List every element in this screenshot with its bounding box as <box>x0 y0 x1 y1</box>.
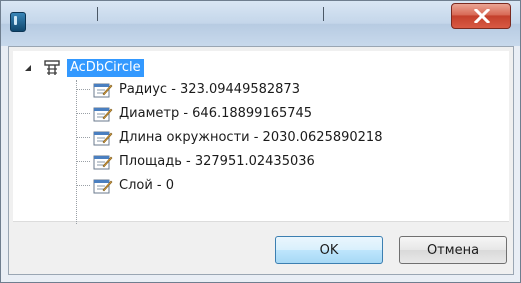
tree-root[interactable]: AcDbCircle <box>23 59 144 77</box>
tree-item[interactable]: Площадь - 327951.02435036 <box>93 152 315 170</box>
tree-item[interactable]: Диаметр - 646.18899165745 <box>93 104 312 122</box>
tree-item[interactable]: Слой - 0 <box>93 176 174 194</box>
title-divider <box>323 7 324 21</box>
ok-button[interactable]: OK <box>275 236 383 264</box>
property-icon <box>93 107 113 121</box>
dialog-window: AcDbCircle Радиус - 323.09449582873 Диам… <box>0 0 521 283</box>
tree-item-label: Длина окружности - 2030.0625890218 <box>119 129 383 145</box>
property-icon <box>93 155 113 169</box>
tree-item-label: Диаметр - 646.18899165745 <box>119 105 313 121</box>
tree-connector <box>77 185 90 186</box>
property-icon <box>93 131 113 145</box>
tree-item[interactable]: Радиус - 323.09449582873 <box>93 80 300 98</box>
tree-item-label: Радиус - 323.09449582873 <box>119 81 300 97</box>
expand-arrow-icon[interactable] <box>23 63 33 73</box>
cancel-button[interactable]: Отмена <box>399 236 507 264</box>
tree-connector <box>77 89 90 90</box>
close-icon <box>474 9 490 23</box>
tree-root-label[interactable]: AcDbCircle <box>67 59 144 77</box>
dialog-body: AcDbCircle Радиус - 323.09449582873 Диам… <box>8 46 514 275</box>
title-divider <box>97 7 98 21</box>
title-bar[interactable] <box>1 1 520 46</box>
close-button[interactable] <box>451 3 511 29</box>
property-icon <box>93 83 113 97</box>
app-icon <box>10 12 26 32</box>
tree-connector <box>77 113 90 114</box>
property-tree[interactable]: AcDbCircle Радиус - 323.09449582873 Диам… <box>13 51 509 224</box>
tree-item[interactable]: Длина окружности - 2030.0625890218 <box>93 128 382 146</box>
property-icon <box>93 179 113 193</box>
tree-connector <box>77 161 90 162</box>
tree-connector <box>77 137 90 138</box>
class-icon <box>44 60 60 75</box>
tree-connector <box>76 80 77 224</box>
tree-item-label: Слой - 0 <box>119 177 175 193</box>
tree-item-label: Площадь - 327951.02435036 <box>119 153 315 169</box>
